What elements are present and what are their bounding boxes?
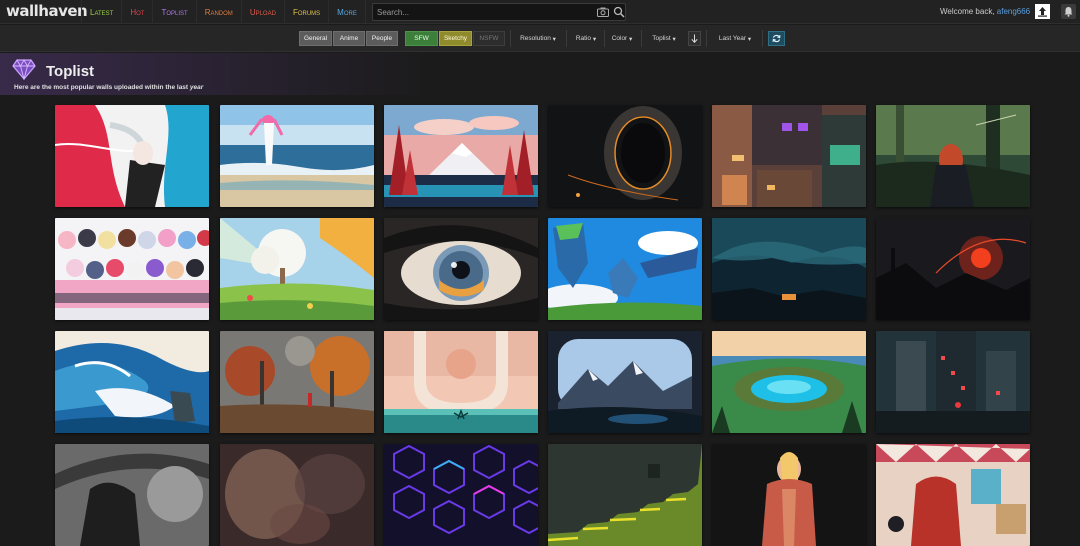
camera-icon[interactable] <box>597 7 609 17</box>
caret-down-icon: ▾ <box>592 35 597 43</box>
nav-upload[interactable]: Upload <box>240 0 284 24</box>
ratio-dropdown[interactable]: Ratio ▾ <box>571 31 601 46</box>
wallpaper-thumbnail[interactable] <box>712 105 866 207</box>
wallpaper-image <box>548 105 702 207</box>
search-icon[interactable] <box>613 6 625 18</box>
refresh-search-button[interactable] <box>768 31 785 46</box>
welcome-text: Welcome back, afeng666 <box>940 7 1030 16</box>
sort-order-button[interactable] <box>688 31 701 46</box>
category-general-button[interactable]: General <box>299 31 332 46</box>
gem-icon <box>12 59 36 80</box>
toplist-range-dropdown[interactable]: Last Year ▾ <box>715 31 755 46</box>
wallpaper-thumbnail[interactable] <box>712 218 866 320</box>
wallpaper-image <box>55 105 209 207</box>
wallpaper-thumbnail[interactable] <box>55 331 209 433</box>
wallpaper-image <box>384 218 538 320</box>
wallpaper-image <box>876 331 1030 433</box>
avatar[interactable] <box>1035 4 1050 19</box>
wallpaper-thumbnail[interactable] <box>876 105 1030 207</box>
color-dropdown[interactable]: Color ▾ <box>608 31 636 46</box>
category-people-button[interactable]: People <box>366 31 398 46</box>
wallpaper-image <box>220 331 374 433</box>
nav-latest[interactable]: Latest <box>81 0 121 24</box>
wallpaper-image <box>548 218 702 320</box>
wallpaper-image <box>876 218 1030 320</box>
ratio-label: Ratio <box>575 35 592 42</box>
search-filter-bar: General Anime People SFW Sketchy NSFW Re… <box>0 25 1080 52</box>
nav-hot[interactable]: Hot <box>121 0 152 24</box>
nav-more[interactable]: More <box>328 0 366 24</box>
wallpaper-thumbnail[interactable] <box>384 218 538 320</box>
nav-random[interactable]: Random <box>195 0 241 24</box>
caret-down-icon: ▾ <box>747 35 752 43</box>
caret-down-icon: ▾ <box>552 35 556 43</box>
sorting-dropdown[interactable]: Toplist ▾ <box>646 31 682 46</box>
welcome-label: Welcome back, <box>940 7 997 16</box>
divider <box>604 30 605 47</box>
category-anime-button[interactable]: Anime <box>333 31 365 46</box>
divider <box>510 30 511 47</box>
arrow-down-icon <box>691 34 698 43</box>
resolution-dropdown[interactable]: Resolution ▾ <box>515 31 561 46</box>
subtitle-text: Here are the most popular walls uploaded… <box>14 84 190 91</box>
wallpaper-thumbnail[interactable] <box>384 105 538 207</box>
wallpaper-image <box>548 331 702 433</box>
wallpaper-thumbnail[interactable] <box>55 105 209 207</box>
search-input[interactable] <box>377 6 587 18</box>
wallpaper-thumbnail[interactable] <box>55 218 209 320</box>
page-title: Toplist <box>46 63 95 80</box>
nav-forums[interactable]: Forums <box>283 0 328 24</box>
wallpaper-thumbnail[interactable] <box>548 331 702 433</box>
wallpaper-thumbnail[interactable] <box>548 105 702 207</box>
wallpaper-thumbnail[interactable] <box>876 331 1030 433</box>
wallpaper-thumbnail[interactable] <box>384 331 538 433</box>
wallpaper-image <box>876 105 1030 207</box>
wallpaper-thumbnail[interactable] <box>712 331 866 433</box>
purity-sfw-button[interactable]: SFW <box>405 31 438 46</box>
username-link[interactable]: afeng666 <box>997 7 1030 16</box>
wallpaper-thumbnail[interactable] <box>220 218 374 320</box>
sorting-label: Toplist <box>652 35 671 42</box>
range-label: Last Year <box>718 35 747 42</box>
divider <box>762 30 763 47</box>
purity-sketchy-button[interactable]: Sketchy <box>439 31 472 46</box>
wallpaper-image <box>55 331 209 433</box>
divider <box>641 30 642 47</box>
resolution-label: Resolution <box>520 35 551 42</box>
divider <box>706 30 707 47</box>
caret-down-icon: ▾ <box>629 35 633 43</box>
wallpaper-image <box>712 105 866 207</box>
bell-icon <box>1064 7 1073 17</box>
wallpaper-thumbnail[interactable] <box>220 105 374 207</box>
search-box <box>372 3 626 21</box>
caret-down-icon: ▾ <box>672 35 676 43</box>
avatar-image <box>1035 4 1050 19</box>
wallpaper-image <box>384 331 538 433</box>
wallpaper-image <box>220 105 374 207</box>
subtitle-range: year <box>189 84 204 91</box>
wallpaper-thumbnail[interactable] <box>548 218 702 320</box>
notifications-button[interactable] <box>1061 4 1076 19</box>
color-label: Color <box>611 35 628 42</box>
wallpaper-image <box>220 218 374 320</box>
divider <box>566 30 567 47</box>
nav-toplist[interactable]: Toplist <box>152 0 195 24</box>
wallpaper-image <box>384 105 538 207</box>
page-subtitle: Here are the most popular walls uploaded… <box>14 84 203 91</box>
site-logo[interactable]: wallhaven <box>6 2 88 20</box>
refresh-icon <box>772 34 781 43</box>
wallpaper-thumbnail[interactable] <box>220 331 374 433</box>
wallpaper-image <box>712 331 866 433</box>
wallpaper-image <box>55 218 209 320</box>
purity-nsfw-button[interactable]: NSFW <box>473 31 505 46</box>
wallpaper-image <box>712 218 866 320</box>
wallpaper-thumbnail[interactable] <box>876 218 1030 320</box>
main-nav: Latest Hot Toplist Random Upload Forums … <box>81 0 366 24</box>
top-navbar: wallhaven Latest Hot Toplist Random Uplo… <box>0 0 1080 24</box>
